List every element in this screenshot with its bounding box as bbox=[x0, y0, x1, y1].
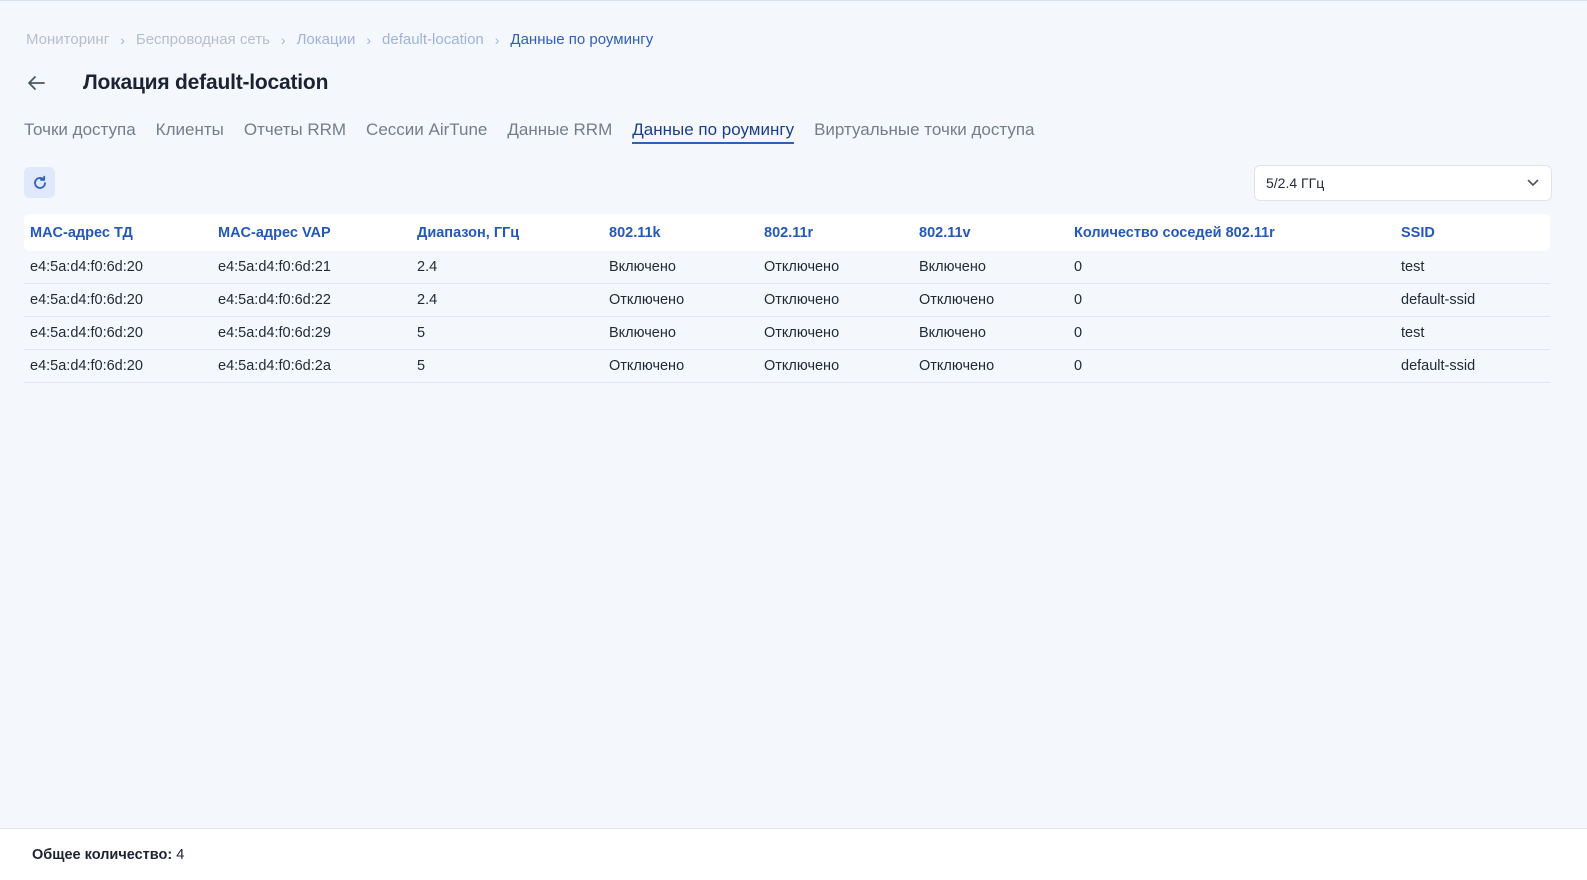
table-header: MAC-адрес ТД MAC-адрес VAP Диапазон, ГГц… bbox=[24, 214, 1550, 251]
cell-ap-mac: e4:5a:d4:f0:6d:20 bbox=[30, 358, 143, 374]
total-count-value: 4 bbox=[176, 847, 185, 863]
chevron-right-icon: › bbox=[280, 31, 286, 48]
cell-80211r: Отключено bbox=[764, 259, 840, 275]
cell-80211k: Включено bbox=[609, 259, 676, 275]
cell-vap-mac: e4:5a:d4:f0:6d:22 bbox=[218, 292, 331, 308]
cell-ssid: test bbox=[1401, 325, 1425, 341]
breadcrumb: Мониторинг › Беспроводная сеть › Локации… bbox=[26, 31, 653, 48]
total-count-label: Общее количество: bbox=[32, 847, 173, 863]
cell-band: 2.4 bbox=[417, 259, 438, 275]
column-header-neighbors[interactable]: Количество соседей 802.11r bbox=[1068, 225, 1395, 241]
chevron-down-icon bbox=[1527, 179, 1539, 186]
page-title: Локация default-location bbox=[83, 71, 329, 94]
arrow-left-icon bbox=[28, 76, 45, 90]
column-header-vap-mac[interactable]: MAC-адрес VAP bbox=[212, 225, 411, 241]
cell-80211r: Отключено bbox=[764, 325, 840, 341]
cell-80211k: Отключено bbox=[609, 358, 685, 374]
tab-clients[interactable]: Клиенты bbox=[156, 120, 224, 144]
breadcrumb-location[interactable]: default-location bbox=[382, 31, 484, 48]
cell-ap-mac: e4:5a:d4:f0:6d:20 bbox=[30, 292, 143, 308]
breadcrumb-monitoring[interactable]: Мониторинг bbox=[26, 31, 109, 48]
band-select[interactable]: 5/2.4 ГГц bbox=[1254, 165, 1552, 201]
table-row[interactable]: e4:5a:d4:f0:6d:20 e4:5a:d4:f0:6d:21 2.4 … bbox=[24, 251, 1550, 284]
roaming-table: MAC-адрес ТД MAC-адрес VAP Диапазон, ГГц… bbox=[24, 214, 1550, 383]
cell-80211r: Отключено bbox=[764, 358, 840, 374]
table-footer: Общее количество: 4 bbox=[0, 828, 1587, 880]
cell-80211r: Отключено bbox=[764, 292, 840, 308]
cell-vap-mac: e4:5a:d4:f0:6d:2a bbox=[218, 358, 331, 374]
cell-band: 5 bbox=[417, 325, 426, 341]
cell-80211v: Отключено bbox=[919, 358, 995, 374]
column-header-band[interactable]: Диапазон, ГГц bbox=[411, 225, 603, 241]
band-select-value: 5/2.4 ГГц bbox=[1266, 175, 1325, 191]
column-header-ssid[interactable]: SSID bbox=[1395, 225, 1550, 241]
cell-neighbors: 0 bbox=[1074, 325, 1083, 341]
breadcrumb-current: Данные по роумингу bbox=[510, 31, 654, 48]
column-header-ap-mac[interactable]: MAC-адрес ТД bbox=[24, 225, 212, 241]
refresh-button[interactable] bbox=[24, 167, 55, 198]
cell-neighbors: 0 bbox=[1074, 259, 1083, 275]
breadcrumb-locations[interactable]: Локации bbox=[297, 31, 356, 48]
table-row[interactable]: e4:5a:d4:f0:6d:20 e4:5a:d4:f0:6d:2a 5 От… bbox=[24, 350, 1550, 383]
column-header-80211r[interactable]: 802.11r bbox=[758, 225, 913, 241]
cell-ap-mac: e4:5a:d4:f0:6d:20 bbox=[30, 259, 143, 275]
cell-ssid: test bbox=[1401, 259, 1425, 275]
tab-bar: Точки доступа Клиенты Отчеты RRM Сессии … bbox=[24, 120, 1055, 144]
tab-roaming-data[interactable]: Данные по роумингу bbox=[632, 120, 795, 144]
cell-80211v: Отключено bbox=[919, 292, 995, 308]
cell-band: 2.4 bbox=[417, 292, 438, 308]
chevron-right-icon: › bbox=[494, 31, 500, 48]
cell-ssid: default-ssid bbox=[1401, 292, 1476, 308]
chevron-right-icon: › bbox=[366, 31, 372, 48]
cell-neighbors: 0 bbox=[1074, 292, 1083, 308]
cell-80211v: Включено bbox=[919, 325, 986, 341]
table-row[interactable]: e4:5a:d4:f0:6d:20 e4:5a:d4:f0:6d:22 2.4 … bbox=[24, 284, 1550, 317]
page-header: Локация default-location bbox=[24, 71, 328, 95]
back-button[interactable] bbox=[24, 71, 48, 95]
tab-rrm-reports[interactable]: Отчеты RRM bbox=[244, 120, 346, 144]
cell-ssid: default-ssid bbox=[1401, 358, 1476, 374]
cell-80211v: Включено bbox=[919, 259, 986, 275]
cell-ap-mac: e4:5a:d4:f0:6d:20 bbox=[30, 325, 143, 341]
tab-access-points[interactable]: Точки доступа bbox=[24, 120, 136, 144]
breadcrumb-wireless[interactable]: Беспроводная сеть bbox=[136, 31, 270, 48]
cell-neighbors: 0 bbox=[1074, 358, 1083, 374]
tab-rrm-data[interactable]: Данные RRM bbox=[507, 120, 612, 144]
table-row[interactable]: e4:5a:d4:f0:6d:20 e4:5a:d4:f0:6d:29 5 Вк… bbox=[24, 317, 1550, 350]
column-header-80211v[interactable]: 802.11v bbox=[913, 225, 1068, 241]
cell-band: 5 bbox=[417, 358, 426, 374]
cell-80211k: Включено bbox=[609, 325, 676, 341]
cell-vap-mac: e4:5a:d4:f0:6d:29 bbox=[218, 325, 331, 341]
column-header-80211k[interactable]: 802.11k bbox=[603, 225, 758, 241]
tab-virtual-access-points[interactable]: Виртуальные точки доступа bbox=[814, 120, 1034, 144]
tab-airtune-sessions[interactable]: Сессии AirTune bbox=[366, 120, 487, 144]
refresh-icon bbox=[33, 175, 46, 189]
cell-80211k: Отключено bbox=[609, 292, 685, 308]
cell-vap-mac: e4:5a:d4:f0:6d:21 bbox=[218, 259, 331, 275]
chevron-right-icon: › bbox=[120, 31, 125, 48]
